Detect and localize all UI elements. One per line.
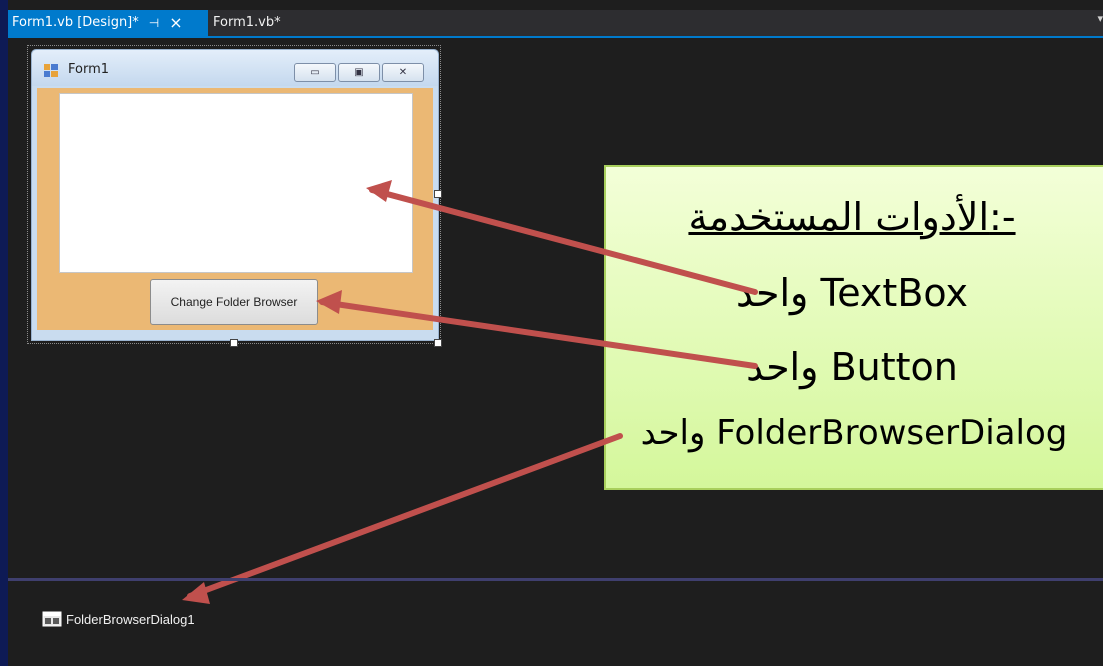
tab-form1-design-label: Form1.vb [Design]* xyxy=(12,15,139,30)
tab-form1-code[interactable]: Form1.vb* xyxy=(213,10,281,36)
resize-handle-corner[interactable] xyxy=(434,339,442,347)
arrowhead-tray xyxy=(182,582,210,604)
form-titlebar[interactable]: Form1 ▭ ▣ ✕ xyxy=(32,50,438,86)
window-controls: ▭ ▣ ✕ xyxy=(294,63,426,82)
callout-line-textbox: واحد TextBox xyxy=(736,271,968,315)
callout-line-folderbrowserdialog: واحد FolderBrowserDialog xyxy=(640,413,1068,453)
tab-form1-design[interactable]: Form1.vb [Design]* ⊣ × xyxy=(8,10,208,36)
minimize-button[interactable]: ▭ xyxy=(294,63,336,82)
change-folder-browser-button[interactable]: Change Folder Browser xyxy=(150,279,318,325)
tray-item-label: FolderBrowserDialog1 xyxy=(66,611,195,627)
callout-heading: الأدوات المستخدمة:- xyxy=(617,195,1087,239)
annotation-callout: الأدوات المستخدمة:- واحد TextBox واحد Bu… xyxy=(604,165,1103,490)
resize-handle-bottom[interactable] xyxy=(230,339,238,347)
textbox-control[interactable] xyxy=(59,93,413,273)
callout-line-button: واحد Button xyxy=(746,345,958,389)
tray-item-folderbrowserdialog1[interactable]: FolderBrowserDialog1 xyxy=(42,611,195,627)
tab-list-dropdown-icon[interactable]: ▾ xyxy=(1097,12,1103,25)
maximize-button[interactable]: ▣ xyxy=(338,63,380,82)
left-edge-stripe xyxy=(0,0,8,666)
bottom-edge-stripe xyxy=(0,648,8,666)
close-button[interactable]: ✕ xyxy=(382,63,424,82)
callout-heading-text: الأدوات المستخدمة:- xyxy=(688,195,1016,239)
pin-icon[interactable]: ⊣ xyxy=(149,10,159,36)
form-title: Form1 xyxy=(68,62,110,77)
dialog-component-icon xyxy=(42,611,62,627)
form-client-area: Change Folder Browser xyxy=(37,88,433,330)
form-icon xyxy=(44,64,58,77)
resize-handle-right[interactable] xyxy=(434,190,442,198)
component-tray-divider xyxy=(8,578,1103,581)
tab-strip-accent-line xyxy=(8,36,1103,38)
close-tab-icon[interactable]: × xyxy=(169,10,182,36)
form1-window[interactable]: Form1 ▭ ▣ ✕ Change Folder Browser xyxy=(31,49,439,341)
arrow-to-tray-component xyxy=(187,433,623,599)
